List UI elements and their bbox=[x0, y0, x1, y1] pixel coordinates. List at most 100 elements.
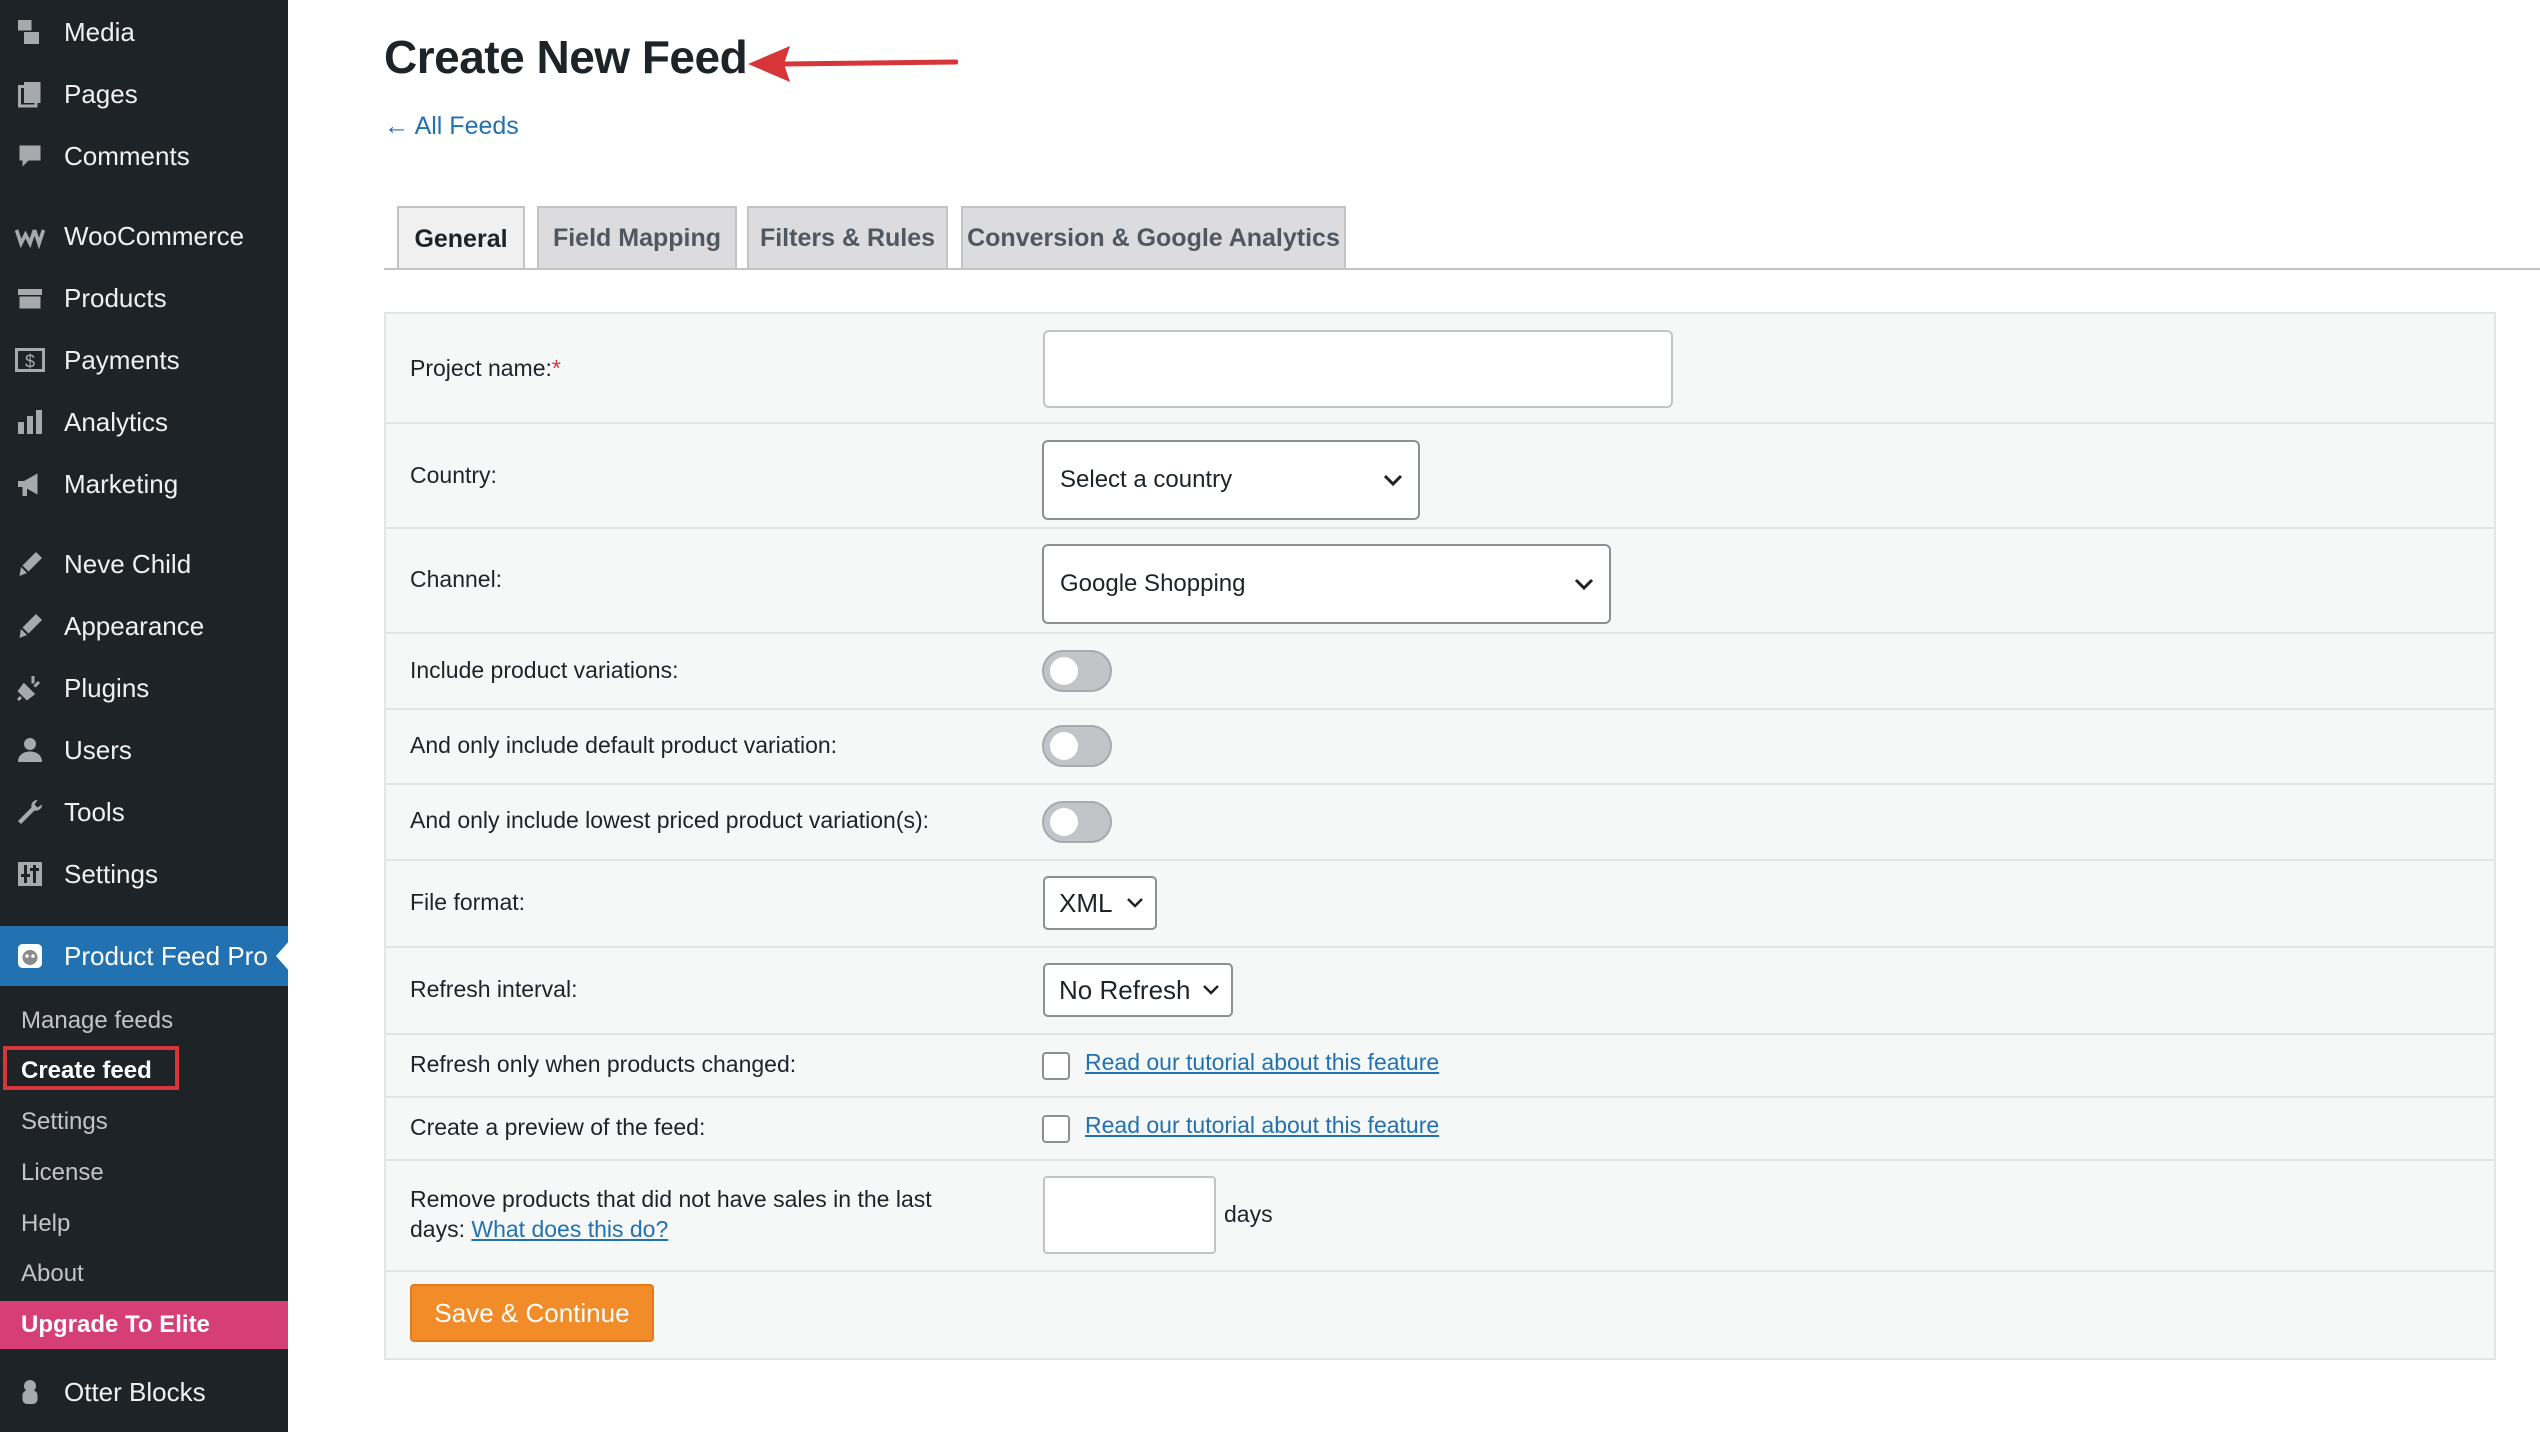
tab-field-mapping[interactable]: Field Mapping bbox=[537, 206, 737, 268]
menu-item-label: Analytics bbox=[64, 406, 169, 437]
lowest-priced-variation-toggle[interactable] bbox=[1042, 801, 1112, 843]
submenu-item-settings[interactable]: Settings bbox=[0, 1099, 288, 1145]
preview-label: Create a preview of the feed: bbox=[410, 1114, 706, 1140]
refresh-when-changed-label: Refresh only when products changed: bbox=[410, 1051, 797, 1077]
what-does-this-do-link[interactable]: What does this do? bbox=[471, 1216, 668, 1242]
feed-settings-form: Project name:* Country: Select a country… bbox=[384, 312, 2496, 1360]
submenu-item-help[interactable]: Help bbox=[0, 1201, 288, 1247]
project-name-input[interactable] bbox=[1043, 330, 1673, 408]
appearance-icon bbox=[14, 612, 46, 640]
submenu-item-about[interactable]: About bbox=[0, 1251, 288, 1297]
tab-conversion-analytics[interactable]: Conversion & Google Analytics bbox=[961, 206, 1346, 268]
days-input[interactable] bbox=[1043, 1176, 1216, 1254]
menu-item-analytics[interactable]: Analytics bbox=[0, 394, 288, 450]
project-name-label: Project name:* bbox=[410, 355, 561, 381]
menu-item-tools[interactable]: Tools bbox=[0, 784, 288, 840]
row-divider bbox=[386, 1033, 2494, 1035]
tools-icon bbox=[14, 798, 46, 826]
channel-select-value: Google Shopping bbox=[1060, 570, 1246, 597]
lowest-priced-variation-label: And only include lowest priced product v… bbox=[410, 807, 930, 833]
preview-tutorial-link[interactable]: Read our tutorial about this feature bbox=[1085, 1112, 1439, 1139]
menu-item-label: Tools bbox=[64, 796, 125, 827]
country-select[interactable]: Select a country bbox=[1042, 440, 1420, 520]
otter-icon bbox=[14, 1378, 46, 1406]
menu-item-label: Comments bbox=[64, 140, 190, 171]
menu-item-label: Product Feed Pro bbox=[64, 940, 268, 971]
country-select-value: Select a country bbox=[1060, 466, 1233, 493]
row-divider bbox=[386, 859, 2494, 861]
media-icon bbox=[14, 18, 46, 46]
submenu-item-label: Upgrade To Elite bbox=[21, 1311, 210, 1338]
submenu-item-label: About bbox=[21, 1260, 84, 1287]
menu-item-comments[interactable]: Comments bbox=[0, 128, 288, 184]
product-feed-pro-icon bbox=[14, 942, 46, 970]
save-continue-button[interactable]: Save & Continue bbox=[410, 1284, 654, 1342]
menu-item-appearance[interactable]: Appearance bbox=[0, 598, 288, 654]
menu-item-marketing[interactable]: Marketing bbox=[0, 456, 288, 512]
menu-item-payments[interactable]: $ Payments bbox=[0, 332, 288, 388]
menu-item-product-feed-pro[interactable]: Product Feed Pro bbox=[0, 926, 288, 986]
row-divider bbox=[386, 783, 2494, 785]
menu-item-label: Otter Blocks bbox=[64, 1376, 206, 1407]
file-format-value: XML bbox=[1059, 887, 1113, 918]
menu-item-plugins[interactable]: Plugins bbox=[0, 660, 288, 716]
file-format-label: File format: bbox=[410, 889, 526, 915]
menu-item-label: Appearance bbox=[64, 610, 205, 641]
menu-item-label: Pages bbox=[64, 78, 138, 109]
payments-icon: $ bbox=[14, 346, 46, 374]
default-variation-toggle[interactable] bbox=[1042, 725, 1112, 767]
refresh-tutorial-link[interactable]: Read our tutorial about this feature bbox=[1085, 1049, 1439, 1076]
submenu-item-license[interactable]: License bbox=[0, 1150, 288, 1196]
menu-item-neve-child[interactable]: Neve Child bbox=[0, 536, 288, 592]
menu-item-label: Marketing bbox=[64, 468, 179, 499]
preview-checkbox[interactable] bbox=[1042, 1115, 1070, 1143]
row-divider bbox=[386, 1096, 2494, 1098]
default-variation-label: And only include default product variati… bbox=[410, 732, 838, 758]
row-divider bbox=[386, 1159, 2494, 1161]
products-icon bbox=[14, 284, 46, 312]
toggle-knob bbox=[1050, 657, 1078, 685]
tab-general[interactable]: General bbox=[397, 206, 525, 270]
refresh-interval-select[interactable]: No Refresh bbox=[1043, 963, 1233, 1017]
admin-sidebar: Media Pages Comments WooCommerce Product… bbox=[0, 0, 290, 1432]
tab-filters-rules[interactable]: Filters & Rules bbox=[747, 206, 948, 268]
chevron-down-icon bbox=[1383, 474, 1403, 487]
settings-icon bbox=[14, 860, 46, 888]
analytics-icon bbox=[14, 408, 46, 436]
highlight-box bbox=[3, 1046, 179, 1090]
menu-item-label: Plugins bbox=[64, 672, 150, 703]
menu-item-settings[interactable]: Settings bbox=[0, 846, 288, 902]
all-feeds-link[interactable]: ← All Feeds bbox=[384, 112, 519, 141]
channel-label: Channel: bbox=[410, 566, 503, 592]
submenu-item-label: Help bbox=[21, 1210, 71, 1237]
marketing-icon bbox=[14, 470, 46, 498]
pages-icon bbox=[14, 80, 46, 108]
row-divider bbox=[386, 1270, 2494, 1272]
menu-item-woocommerce[interactable]: WooCommerce bbox=[0, 208, 288, 264]
row-divider bbox=[386, 632, 2494, 634]
submenu-item-label: Settings bbox=[21, 1108, 108, 1135]
refresh-when-changed-checkbox[interactable] bbox=[1042, 1052, 1070, 1080]
include-variations-toggle[interactable] bbox=[1042, 650, 1112, 692]
svg-text:$: $ bbox=[25, 352, 35, 372]
file-format-select[interactable]: XML bbox=[1043, 876, 1157, 930]
menu-item-label: WooCommerce bbox=[64, 220, 245, 251]
channel-select[interactable]: Google Shopping bbox=[1042, 544, 1611, 624]
submenu-item-manage-feeds[interactable]: Manage feeds bbox=[0, 998, 288, 1044]
page-title: Create New Feed bbox=[384, 31, 748, 83]
menu-item-media[interactable]: Media bbox=[0, 4, 288, 60]
submenu-item-upgrade[interactable]: Upgrade To Elite bbox=[0, 1301, 288, 1349]
plugins-icon bbox=[14, 674, 46, 702]
comments-icon bbox=[14, 142, 46, 170]
annotation-arrow-icon bbox=[748, 46, 958, 82]
menu-item-users[interactable]: Users bbox=[0, 722, 288, 778]
menu-item-products[interactable]: Products bbox=[0, 270, 288, 326]
toggle-knob bbox=[1050, 808, 1078, 836]
days-unit-label: days bbox=[1224, 1201, 1273, 1227]
menu-item-label: Settings bbox=[64, 858, 158, 889]
menu-item-label: Neve Child bbox=[64, 548, 192, 579]
menu-item-otter-blocks[interactable]: Otter Blocks bbox=[0, 1364, 288, 1420]
menu-item-label: Products bbox=[64, 282, 167, 313]
menu-item-pages[interactable]: Pages bbox=[0, 66, 288, 122]
refresh-interval-label: Refresh interval: bbox=[410, 976, 578, 1002]
